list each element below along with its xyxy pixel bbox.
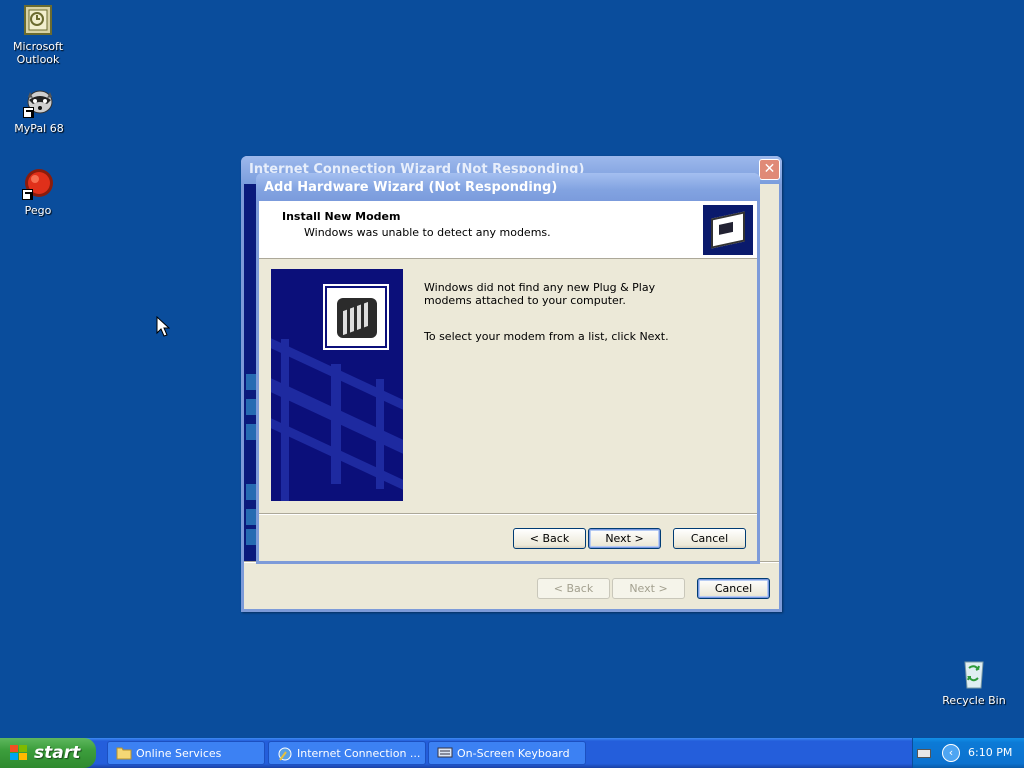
taskbar-item-internet-connection[interactable]: Internet Connection ... — [268, 741, 426, 765]
window-title: Add Hardware Wizard (Not Responding) — [264, 180, 558, 195]
outlook-icon — [22, 4, 54, 36]
start-button[interactable]: start — [0, 738, 96, 768]
add-hardware-wizard-window[interactable]: Add Hardware Wizard (Not Responding) Ins… — [256, 173, 760, 564]
shortcut-arrow-icon — [23, 107, 34, 118]
header-title: Install New Modem — [282, 210, 401, 223]
close-icon[interactable]: ✕ — [759, 159, 780, 180]
system-tray: ‹ 6:10 PM — [912, 738, 1024, 768]
desktop-icon-label: Microsoft Outlook — [12, 40, 64, 66]
body-text-instruction: To select your modem from a list, click … — [424, 330, 669, 343]
keyboard-icon — [437, 746, 453, 760]
desktop-icon-label: Recycle Bin — [942, 694, 1006, 707]
hardware-card-icon — [703, 205, 753, 255]
desktop-icon-label: MyPal 68 — [14, 122, 64, 135]
taskbar-item-label: On-Screen Keyboard — [457, 747, 570, 760]
windows-logo-icon — [10, 745, 28, 762]
window-titlebar[interactable]: Add Hardware Wizard (Not Responding) — [256, 173, 760, 201]
back-button[interactable]: < Back — [537, 578, 610, 599]
desktop-icon-label: Pego — [24, 204, 52, 217]
wizard-icon — [277, 746, 293, 761]
raccoon-icon — [23, 86, 55, 118]
taskbar-item-online-services[interactable]: Online Services — [107, 741, 265, 765]
telephone-icon — [323, 284, 389, 350]
keyboard-tray-icon[interactable] — [917, 749, 931, 758]
desktop-icon-mypal[interactable]: MyPal 68 — [1, 86, 77, 135]
next-button[interactable]: Next > — [612, 578, 685, 599]
desktop-icon-recycle-bin[interactable]: Recycle Bin — [936, 658, 1012, 707]
next-button[interactable]: Next > — [588, 528, 661, 549]
show-hidden-icons-arrow[interactable]: ‹ — [942, 744, 960, 762]
divider — [259, 513, 757, 515]
wizard-side-graphic — [271, 269, 403, 501]
taskbar-item-on-screen-keyboard[interactable]: On-Screen Keyboard — [428, 741, 586, 765]
shortcut-arrow-icon — [22, 189, 33, 200]
header-subtitle: Windows was unable to detect any modems. — [304, 226, 551, 239]
recycle-bin-icon — [958, 658, 990, 690]
taskbar-item-label: Internet Connection ... — [297, 747, 421, 760]
cancel-button[interactable]: Cancel — [673, 528, 746, 549]
mouse-cursor-icon — [156, 316, 170, 337]
body-text-detect: Windows did not find any new Plug & Play… — [424, 281, 656, 307]
desktop-icon-outlook[interactable]: Microsoft Outlook — [0, 4, 76, 66]
taskbar-item-label: Online Services — [136, 747, 222, 760]
back-button[interactable]: < Back — [513, 528, 586, 549]
cancel-button[interactable]: Cancel — [697, 578, 770, 599]
folder-icon — [116, 746, 132, 760]
taskbar: start Online Services Internet Connectio… — [0, 738, 1024, 768]
start-label: start — [34, 743, 81, 763]
wizard-header: Install New Modem Windows was unable to … — [259, 201, 757, 259]
desktop-icon-pego[interactable]: Pego — [0, 168, 76, 217]
pego-icon — [22, 168, 54, 200]
clock[interactable]: 6:10 PM — [968, 746, 1012, 759]
